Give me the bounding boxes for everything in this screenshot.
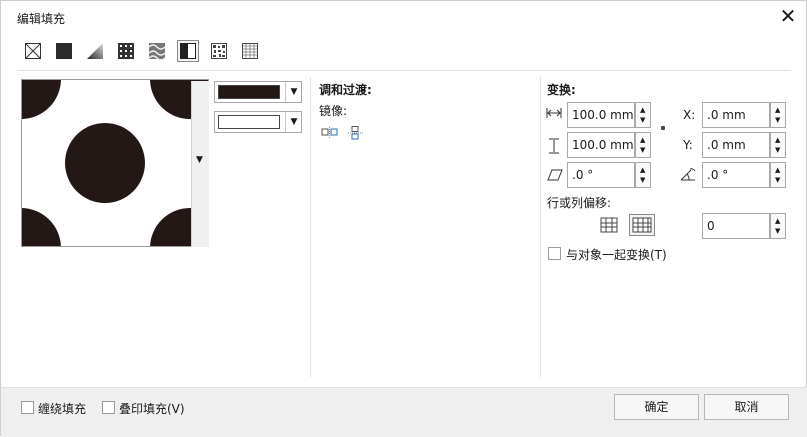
background-color-picker[interactable]: ▼ xyxy=(214,111,302,133)
two-color-pattern-icon xyxy=(180,43,196,59)
pattern-picker-dropdown[interactable]: ▼ xyxy=(191,81,209,247)
x-label: X: xyxy=(683,108,696,122)
postscript-fill-icon xyxy=(242,43,258,59)
skew-field[interactable]: .0 ° xyxy=(567,162,635,188)
no-fill-button[interactable] xyxy=(23,41,43,61)
height-spinner[interactable]: ▲ ▼ xyxy=(635,132,651,158)
ok-button[interactable]: 确定 xyxy=(614,394,699,420)
edit-fill-dialog: 编辑填充 ✕ ▼ ▼ ▼ 调和过渡: 镜像: 变换: 100.0 mm ▲ ▼ … xyxy=(0,0,807,437)
transform-with-object-checkbox[interactable] xyxy=(548,247,561,260)
spin-down-icon: ▼ xyxy=(775,146,781,154)
spin-down-icon: ▼ xyxy=(775,176,781,184)
y-label: Y: xyxy=(683,138,693,152)
dialog-title: 编辑填充 xyxy=(17,12,66,26)
spin-down-icon: ▼ xyxy=(640,116,646,124)
spin-up-icon: ▲ xyxy=(640,136,646,144)
skew-spinner[interactable]: ▲ ▼ xyxy=(635,162,651,188)
height-icon xyxy=(548,138,560,157)
chevron-down-icon: ▼ xyxy=(285,112,302,132)
dot-pattern-preview-image xyxy=(22,80,208,246)
rotation-field[interactable]: .0 ° xyxy=(702,162,770,188)
lock-ratio-button[interactable] xyxy=(661,126,665,130)
chevron-down-icon: ▼ xyxy=(285,82,302,102)
blend-title: 调和过渡: xyxy=(319,83,372,97)
height-field[interactable]: 100.0 mm xyxy=(567,132,635,158)
vector-pattern-fill-button[interactable] xyxy=(116,41,136,61)
rotate-icon xyxy=(679,165,697,186)
spin-down-icon: ▼ xyxy=(775,116,781,124)
texture-fill-icon xyxy=(211,43,227,59)
mirror-label: 镜像: xyxy=(319,104,348,118)
x-offset-field[interactable]: .0 mm xyxy=(702,102,770,128)
row-offset-button[interactable] xyxy=(597,215,621,235)
uniform-fill-icon xyxy=(56,43,72,59)
row-col-offset-spinner[interactable]: ▲ ▼ xyxy=(770,213,786,239)
close-button[interactable]: ✕ xyxy=(777,5,799,27)
wrap-fill-checkbox[interactable] xyxy=(21,401,34,414)
column-offset-icon xyxy=(632,217,652,233)
uniform-fill-button[interactable] xyxy=(54,41,74,61)
cancel-button[interactable]: 取消 xyxy=(704,394,789,420)
width-field[interactable]: 100.0 mm xyxy=(567,102,635,128)
vector-pattern-icon xyxy=(118,43,134,59)
spin-down-icon: ▼ xyxy=(640,176,646,184)
row-col-offset-label: 行或列偏移: xyxy=(547,196,612,210)
foreground-color-picker[interactable]: ▼ xyxy=(214,81,302,103)
dialog-footer: 缠绕填充 叠印填充(V) 确定 取消 xyxy=(1,387,807,437)
width-spinner[interactable]: ▲ ▼ xyxy=(635,102,651,128)
spin-up-icon: ▲ xyxy=(640,166,646,174)
fountain-fill-icon xyxy=(87,43,103,59)
spin-up-icon: ▲ xyxy=(775,106,781,114)
chevron-down-icon: ▼ xyxy=(196,155,203,165)
overprint-fill-label: 叠印填充(V) xyxy=(119,402,185,416)
foreground-swatch xyxy=(218,85,280,99)
title-bar: 编辑填充 ✕ xyxy=(1,1,807,31)
spin-up-icon: ▲ xyxy=(775,136,781,144)
mirror-horizontal-icon xyxy=(321,127,338,138)
background-swatch xyxy=(218,115,280,129)
spin-up-icon: ▲ xyxy=(775,166,781,174)
mirror-vertical-icon xyxy=(348,126,363,140)
bitmap-pattern-icon xyxy=(148,43,166,61)
mirror-horizontal-button[interactable] xyxy=(321,126,339,140)
row-col-offset-field[interactable]: 0 xyxy=(702,213,770,239)
rotation-spinner[interactable]: ▲ ▼ xyxy=(770,162,786,188)
transform-title: 变换: xyxy=(547,83,576,97)
postscript-fill-button[interactable] xyxy=(240,41,260,61)
wrap-fill-label: 缠绕填充 xyxy=(38,402,87,416)
pattern-preview[interactable] xyxy=(21,79,209,247)
skew-icon xyxy=(547,168,563,185)
spin-up-icon: ▲ xyxy=(640,106,646,114)
texture-fill-button[interactable] xyxy=(209,41,229,61)
spin-down-icon: ▼ xyxy=(640,146,646,154)
transform-with-object-label: 与对象一起变换(T) xyxy=(566,248,667,262)
y-offset-spinner[interactable]: ▲ ▼ xyxy=(770,132,786,158)
two-color-pattern-fill-button[interactable] xyxy=(177,40,199,62)
bitmap-pattern-fill-button[interactable] xyxy=(147,41,167,61)
toolbar-separator xyxy=(17,70,791,71)
overprint-fill-checkbox[interactable] xyxy=(102,401,115,414)
y-offset-field[interactable]: .0 mm xyxy=(702,132,770,158)
mirror-vertical-button[interactable] xyxy=(347,126,365,140)
column-offset-button[interactable] xyxy=(629,214,655,236)
x-offset-spinner[interactable]: ▲ ▼ xyxy=(770,102,786,128)
column-divider xyxy=(540,77,541,377)
row-offset-icon xyxy=(600,217,618,233)
no-fill-icon xyxy=(25,43,41,59)
spin-down-icon: ▼ xyxy=(775,227,781,235)
fountain-fill-button[interactable] xyxy=(85,41,105,61)
width-icon xyxy=(546,107,562,122)
spin-up-icon: ▲ xyxy=(775,217,781,225)
column-divider xyxy=(310,77,311,377)
